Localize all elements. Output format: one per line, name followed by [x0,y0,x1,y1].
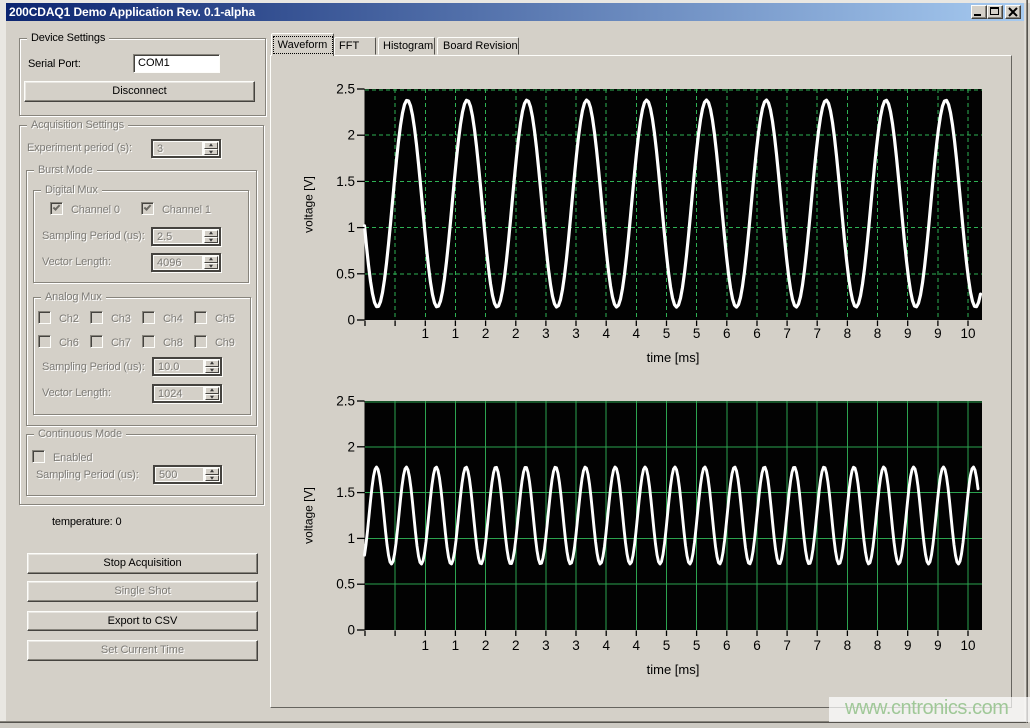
svg-text:1: 1 [452,638,460,653]
svg-text:2.5: 2.5 [336,82,355,97]
svg-text:7: 7 [813,326,821,341]
svg-text:1.5: 1.5 [336,485,355,500]
svg-text:5: 5 [693,638,701,653]
svg-text:6: 6 [723,638,731,653]
svg-text:1: 1 [422,326,430,341]
svg-text:8: 8 [874,638,882,653]
svg-text:2: 2 [512,326,520,341]
svg-text:voltage [V]: voltage [V] [302,487,316,544]
svg-text:4: 4 [602,638,610,653]
svg-text:1: 1 [347,531,355,546]
svg-text:0.5: 0.5 [336,577,355,592]
svg-text:4: 4 [633,326,641,341]
svg-text:0: 0 [347,623,355,638]
svg-text:7: 7 [783,326,791,341]
svg-text:2: 2 [347,128,355,143]
svg-text:3: 3 [542,326,550,341]
svg-text:2: 2 [512,638,520,653]
svg-text:5: 5 [663,326,671,341]
svg-text:2: 2 [347,439,355,454]
svg-text:3: 3 [572,638,580,653]
svg-text:3: 3 [542,638,550,653]
svg-text:time [ms]: time [ms] [647,662,700,677]
svg-text:10: 10 [960,326,975,341]
svg-text:6: 6 [723,326,731,341]
svg-text:8: 8 [844,326,852,341]
svg-text:5: 5 [663,638,671,653]
svg-text:8: 8 [844,638,852,653]
svg-text:5: 5 [693,326,701,341]
svg-text:9: 9 [904,326,912,341]
svg-text:6: 6 [753,326,761,341]
svg-text:9: 9 [934,638,942,653]
svg-text:3: 3 [572,326,580,341]
svg-text:1.5: 1.5 [336,174,355,189]
svg-text:9: 9 [904,638,912,653]
svg-text:2: 2 [482,326,490,341]
svg-text:0: 0 [347,313,355,328]
svg-text:time [ms]: time [ms] [647,350,700,365]
svg-text:10: 10 [960,638,975,653]
svg-text:4: 4 [602,326,610,341]
svg-text:1: 1 [452,326,460,341]
svg-text:7: 7 [813,638,821,653]
svg-text:1: 1 [347,220,355,235]
svg-text:4: 4 [633,638,641,653]
svg-text:2.5: 2.5 [336,394,355,409]
svg-text:7: 7 [783,638,791,653]
svg-text:8: 8 [874,326,882,341]
svg-text:1: 1 [422,638,430,653]
svg-text:2: 2 [482,638,490,653]
svg-text:voltage [V]: voltage [V] [302,176,316,233]
svg-text:0.5: 0.5 [336,266,355,281]
svg-text:9: 9 [934,326,942,341]
svg-text:6: 6 [753,638,761,653]
